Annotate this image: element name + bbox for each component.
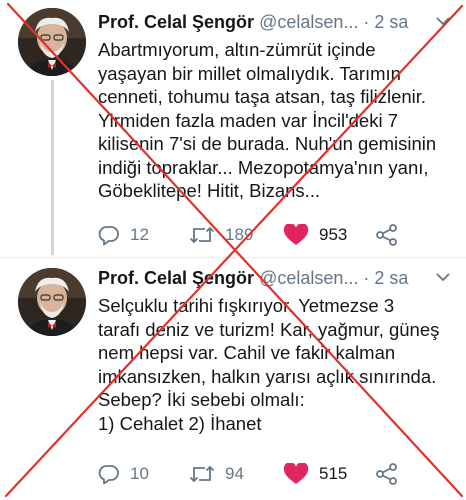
- reply-count: 12: [130, 225, 149, 244]
- author-name[interactable]: Prof. Celal Şengör: [98, 12, 254, 32]
- tweet-actions: 12 189 953: [98, 222, 460, 248]
- retweet-button[interactable]: 189: [189, 222, 253, 248]
- share-icon: [376, 463, 397, 485]
- share-icon: [376, 224, 397, 246]
- tweet-thread: Prof. Celal Şengör @celalsen... · 2 sa A…: [0, 0, 466, 500]
- tweet-header: Prof. Celal Şengör @celalsen... · 2 sa: [98, 10, 458, 34]
- heart-icon: [283, 463, 309, 484]
- avatar[interactable]: [18, 268, 86, 336]
- share-button[interactable]: [375, 222, 399, 248]
- reply-button[interactable]: 12: [98, 222, 149, 248]
- tweet-actions: 10 94 515: [98, 461, 460, 487]
- share-button[interactable]: [375, 461, 399, 487]
- author-handle[interactable]: @celalsen...: [259, 268, 358, 288]
- like-count: 515: [319, 464, 348, 483]
- like-count: 953: [319, 225, 348, 244]
- thread-line: [51, 80, 54, 255]
- avatar[interactable]: [18, 8, 86, 76]
- timestamp[interactable]: 2 sa: [374, 268, 408, 288]
- heart-icon: [283, 224, 309, 245]
- reply-count: 10: [130, 464, 149, 483]
- retweet-icon: [189, 226, 215, 244]
- author-name[interactable]: Prof. Celal Şengör: [98, 268, 254, 288]
- reply-icon: [98, 226, 119, 246]
- tweet[interactable]: Prof. Celal Şengör @celalsen... · 2 sa A…: [0, 0, 466, 258]
- tweet-header: Prof. Celal Şengör @celalsen... · 2 sa: [98, 266, 458, 290]
- like-button[interactable]: 953: [283, 222, 347, 248]
- author-handle[interactable]: @celalsen...: [259, 12, 358, 32]
- retweet-icon: [189, 465, 215, 483]
- retweet-count: 94: [225, 464, 244, 483]
- tweet-text: Abartmıyorum, altın-zümrüt içinde yaşaya…: [98, 39, 437, 201]
- reply-icon: [98, 465, 119, 485]
- reply-button[interactable]: 10: [98, 461, 149, 487]
- retweet-button[interactable]: 94: [189, 461, 244, 487]
- chevron-down-icon[interactable]: [432, 10, 454, 32]
- retweet-count: 189: [225, 225, 254, 244]
- tweet-text: Selçuklu tarihi fışkırıyor. Yetmezse 3 t…: [98, 295, 440, 434]
- separator: ·: [363, 12, 370, 32]
- timestamp[interactable]: 2 sa: [374, 12, 408, 32]
- chevron-down-icon[interactable]: [432, 266, 454, 288]
- like-button[interactable]: 515: [283, 461, 347, 487]
- separator: ·: [363, 268, 370, 288]
- tweet[interactable]: Prof. Celal Şengör @celalsen... · 2 sa S…: [0, 258, 466, 500]
